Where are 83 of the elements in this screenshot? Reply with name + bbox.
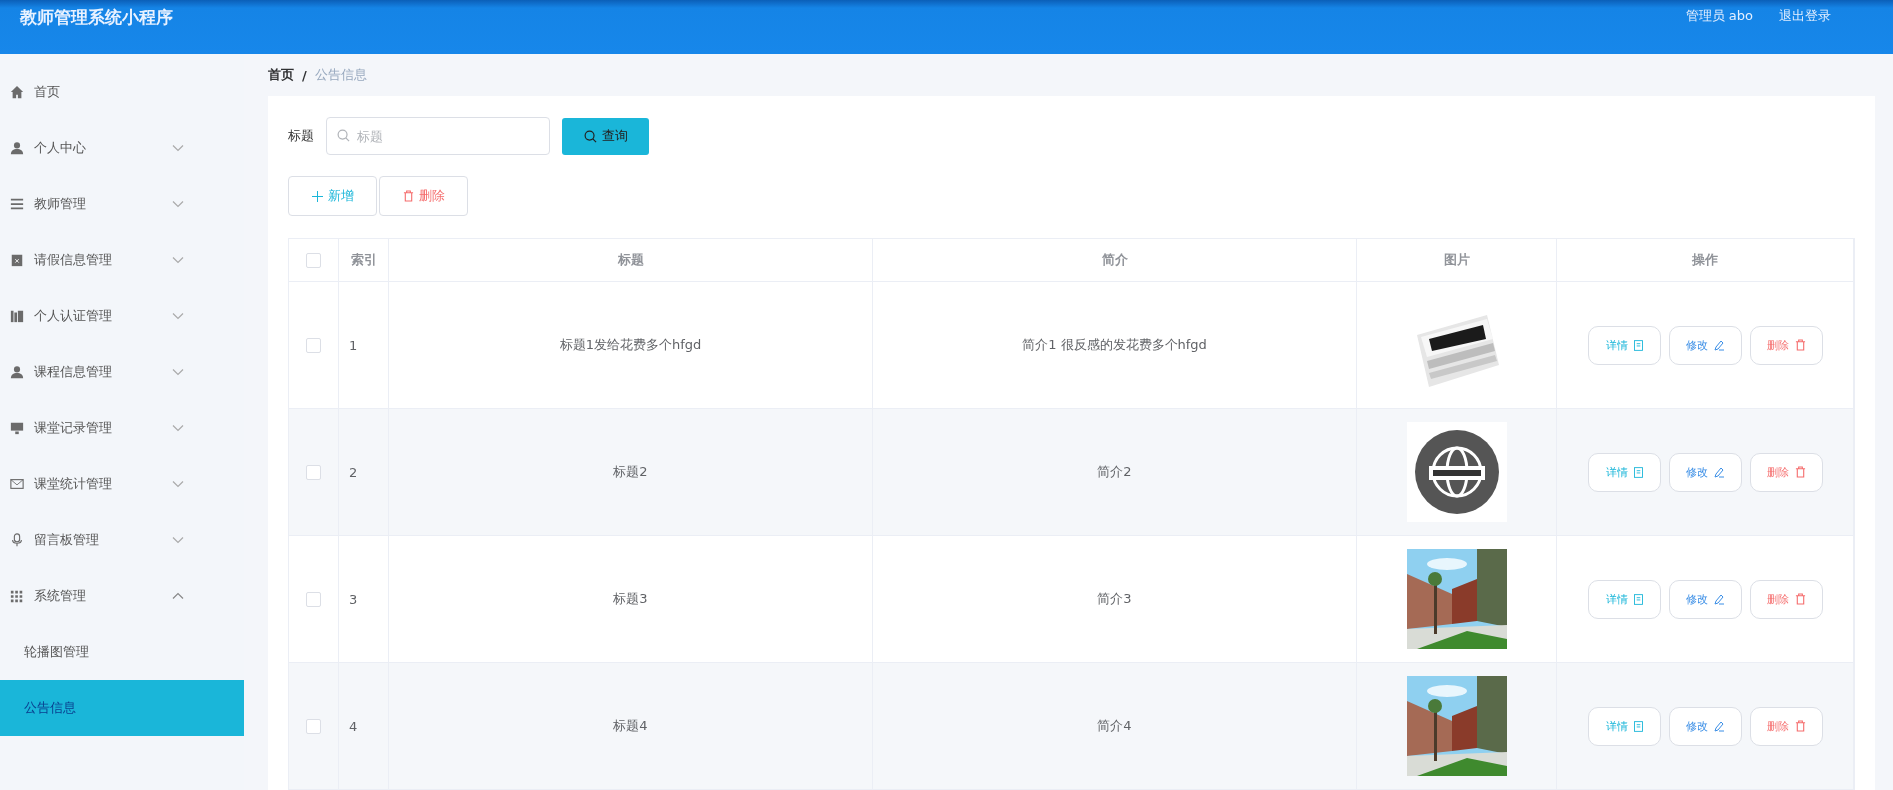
user-name: 管理员 abo [1685, 7, 1753, 25]
table-cell: 标题3 [389, 536, 873, 662]
edit-button[interactable]: 修改 [1668, 452, 1742, 492]
clipboard-icon [10, 253, 24, 267]
breadcrumb-item[interactable]: 首页 [268, 66, 294, 84]
table-cell: 1 [339, 282, 389, 408]
sidebar-item[interactable]: 个人中心 [0, 120, 244, 176]
grid-icon [10, 589, 24, 603]
sidebar-item[interactable]: 课程信息管理 [0, 344, 244, 400]
app-title: 教师管理系统小程序 [20, 6, 173, 29]
table-cell: 简介1 很反感的发花费多个hfgd [873, 282, 1357, 408]
trash-icon [1794, 339, 1806, 351]
column-header: 简介 [873, 239, 1357, 281]
breadcrumb-item: 公告信息 [314, 66, 367, 84]
table-cell: 标题1发给花费多个hfgd [389, 282, 873, 408]
delete-button[interactable]: 删除 [379, 176, 468, 216]
column-header: 操作 [1557, 239, 1854, 281]
checkbox[interactable] [306, 337, 321, 353]
query-button[interactable]: 查询 [562, 117, 649, 155]
sidebar-item[interactable]: 首页 [0, 64, 244, 120]
table-cell: 简介2 [873, 409, 1357, 535]
table-cell: 简介3 [873, 536, 1357, 662]
sidebar-item[interactable]: 留言板管理 [0, 512, 244, 568]
document-icon [1633, 593, 1643, 605]
delete-button[interactable]: 删除 [1749, 706, 1823, 746]
edit-button[interactable]: 修改 [1668, 325, 1742, 365]
checkbox[interactable] [306, 252, 321, 268]
pen-icon [1714, 593, 1724, 605]
column-header: 图片 [1357, 239, 1557, 281]
detail-button[interactable]: 详情 [1587, 706, 1661, 746]
microphone-icon [10, 533, 24, 547]
user-icon [10, 141, 24, 155]
search-label: 标题 [288, 127, 314, 145]
sidebar-subitem[interactable]: 轮播图管理 [0, 624, 244, 680]
table-cell: 标题4 [389, 663, 873, 789]
checkbox[interactable] [306, 464, 321, 480]
pen-icon [1714, 466, 1724, 478]
detail-button[interactable]: 详情 [1587, 325, 1661, 365]
trash-icon [402, 190, 414, 202]
table-cell: 3 [339, 536, 389, 662]
detail-button[interactable]: 详情 [1587, 579, 1661, 619]
document-icon [1633, 466, 1643, 478]
delete-button[interactable]: 删除 [1749, 325, 1823, 365]
checkbox[interactable] [306, 591, 321, 607]
trash-icon [1794, 720, 1806, 732]
table-cell: 2 [339, 409, 389, 535]
trash-icon [1794, 466, 1806, 478]
sidebar-item[interactable]: 个人认证管理 [0, 288, 244, 344]
column-header: 标题 [389, 239, 873, 281]
sidebar-subitem[interactable]: 公告信息 [0, 680, 244, 736]
detail-button[interactable]: 详情 [1587, 452, 1661, 492]
sidebar-item[interactable]: 课堂记录管理 [0, 400, 244, 456]
edit-button[interactable]: 修改 [1668, 706, 1742, 746]
pen-icon [1714, 720, 1724, 732]
table-cell: 4 [339, 663, 389, 789]
search-icon [583, 129, 597, 143]
document-icon [1633, 720, 1643, 732]
home-icon [10, 85, 24, 99]
books-icon [10, 309, 24, 323]
pen-icon [1714, 339, 1724, 351]
document-icon [1633, 339, 1643, 351]
plus-icon [311, 190, 323, 202]
list-icon [10, 197, 24, 211]
delete-button[interactable]: 删除 [1749, 452, 1823, 492]
monitor-icon [10, 421, 24, 435]
sidebar-item[interactable]: 课堂统计管理 [0, 456, 244, 512]
table-cell: 标题2 [389, 409, 873, 535]
add-button[interactable]: 新增 [288, 176, 377, 216]
sidebar-item[interactable]: 教师管理 [0, 176, 244, 232]
trash-icon [1794, 593, 1806, 605]
search-icon [337, 129, 350, 142]
breadcrumb-separator: / [302, 67, 307, 83]
user-icon [10, 365, 24, 379]
logout-link[interactable]: 退出登录 [1779, 7, 1831, 25]
delete-button[interactable]: 删除 [1749, 579, 1823, 619]
mail-icon [10, 477, 24, 491]
column-header: 索引 [339, 239, 389, 281]
search-field[interactable]: 标题 [326, 117, 550, 155]
edit-button[interactable]: 修改 [1668, 579, 1742, 619]
checkbox[interactable] [306, 718, 321, 734]
table-cell: 简介4 [873, 663, 1357, 789]
sidebar-item[interactable]: 请假信息管理 [0, 232, 244, 288]
sidebar-item[interactable]: 系统管理 [0, 568, 244, 624]
